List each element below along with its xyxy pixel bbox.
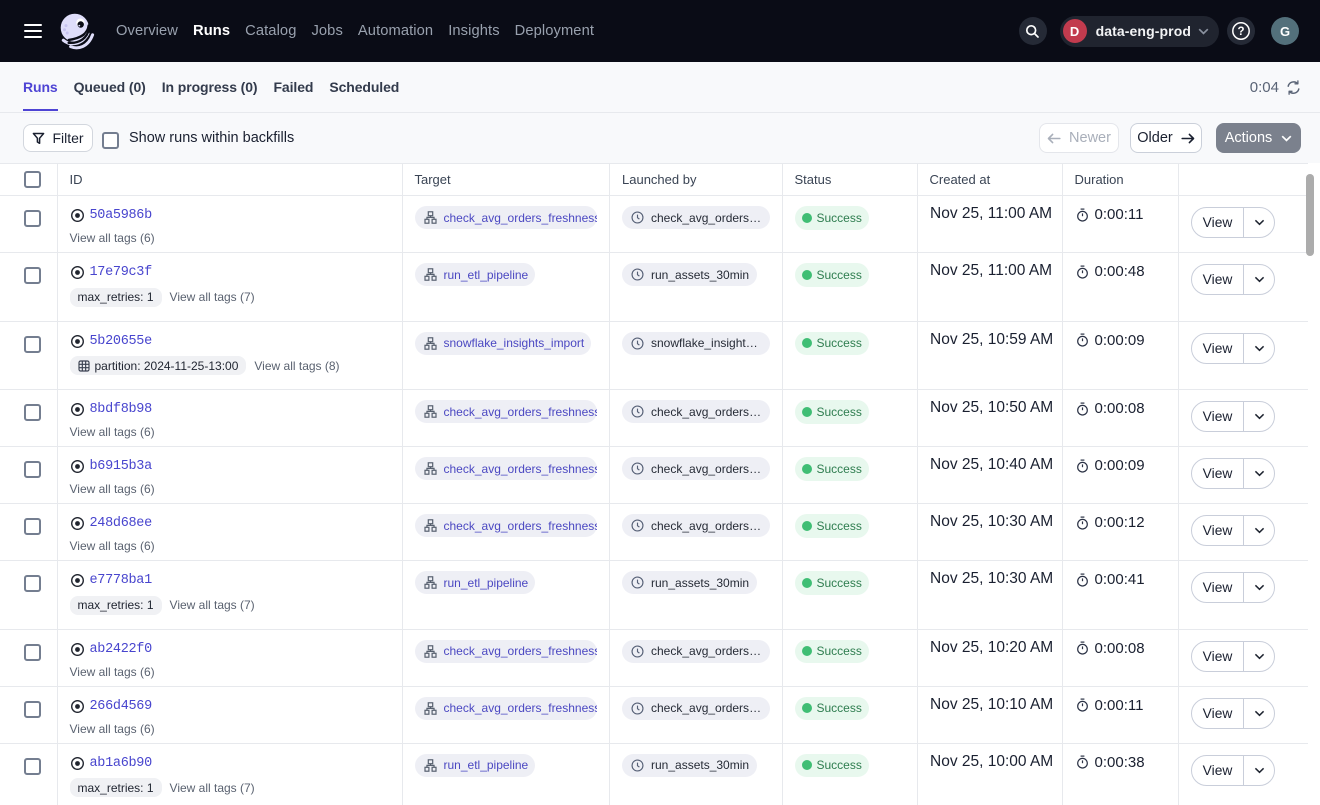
- svg-text:?: ?: [1237, 26, 1244, 38]
